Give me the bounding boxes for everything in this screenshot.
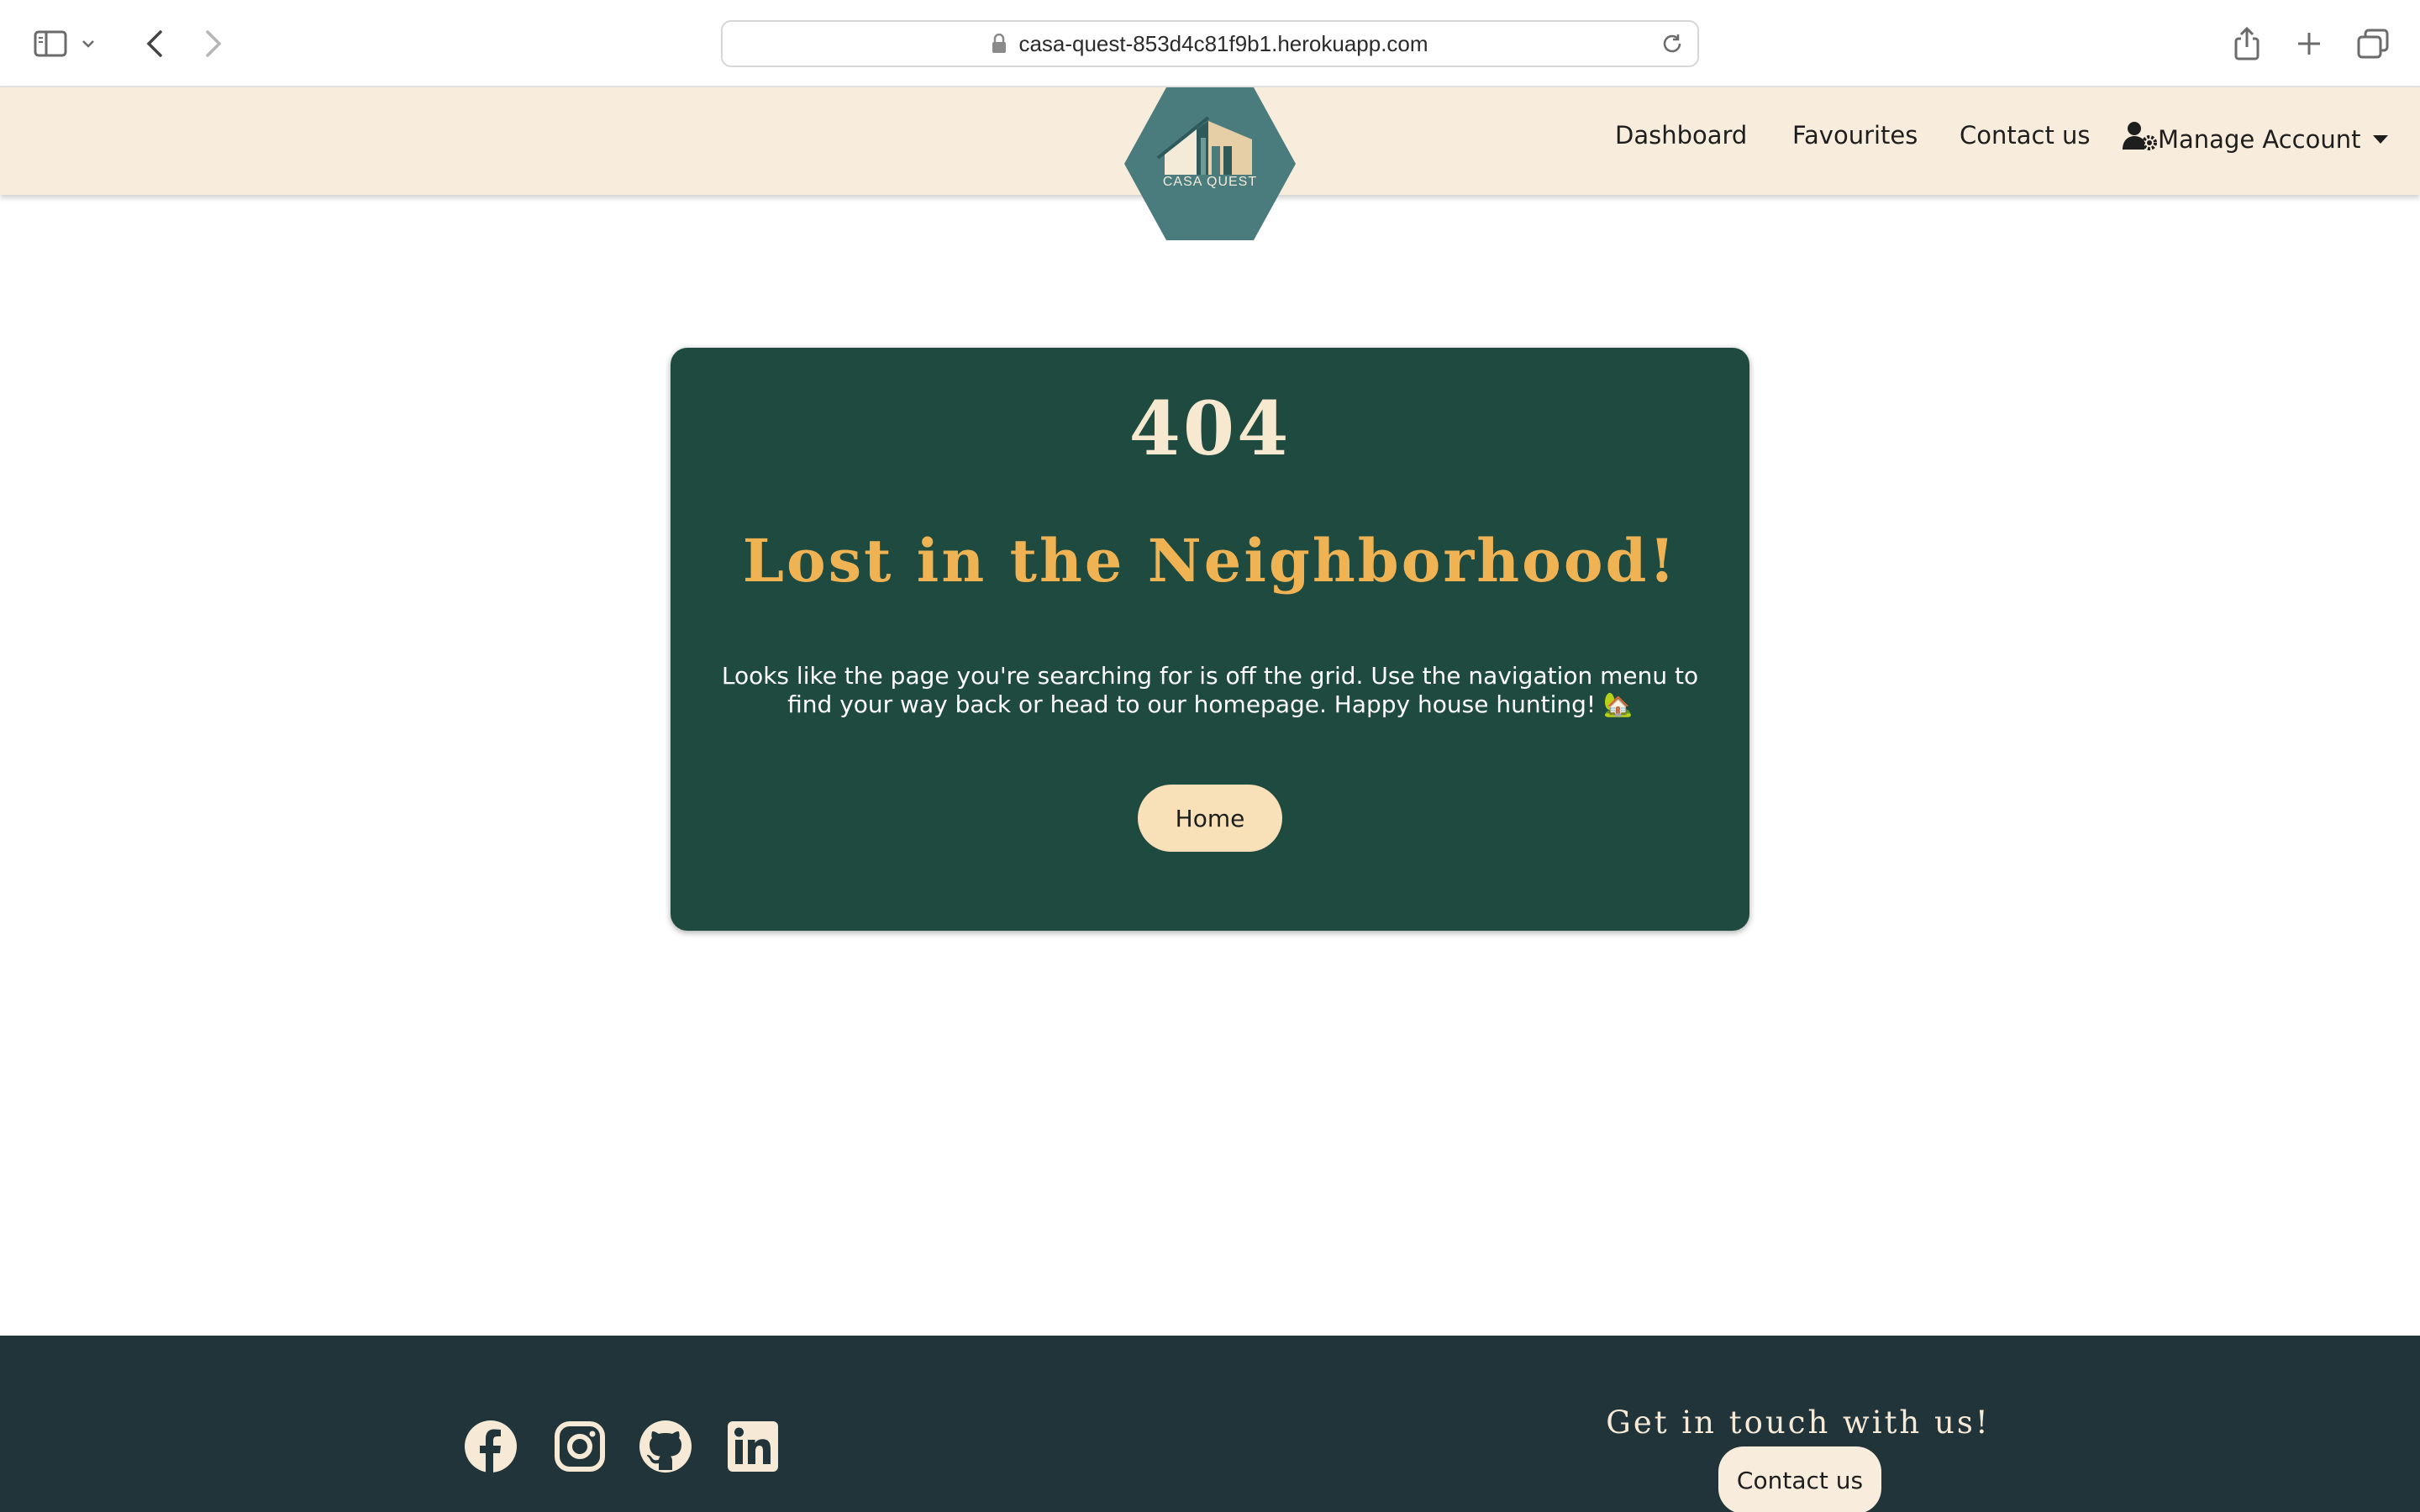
instagram-icon[interactable] <box>553 1420 607 1473</box>
lock-icon <box>992 34 1007 54</box>
sidebar-toggle-icon[interactable] <box>27 20 74 67</box>
nav-contact-us[interactable]: Contact us <box>1960 121 2091 150</box>
new-tab-icon[interactable] <box>2286 20 2333 67</box>
facebook-icon[interactable] <box>464 1420 518 1473</box>
casa-quest-logo[interactable]: CASA QUEST <box>1124 87 1296 240</box>
manage-account-dropdown[interactable]: Manage Account <box>2123 121 2388 157</box>
manage-account-label: Manage Account <box>2158 124 2361 154</box>
user-gear-icon <box>2123 121 2158 157</box>
home-button[interactable]: Home <box>1138 785 1282 852</box>
caret-down-icon <box>2372 134 2388 144</box>
error-card: 404 Lost in the Neighborhood! Looks like… <box>671 348 1749 931</box>
error-headline: Lost in the Neighborhood! <box>742 526 1678 596</box>
get-in-touch-heading: Get in touch with us! <box>1606 1404 1991 1441</box>
error-code: 404 <box>1128 385 1292 472</box>
chevron-down-icon[interactable] <box>76 20 101 67</box>
linkedin-icon[interactable] <box>726 1420 780 1473</box>
footer-contact-button[interactable]: Contact us <box>1718 1446 1881 1512</box>
error-message: Looks like the page you're searching for… <box>721 662 1699 718</box>
tab-overview-icon[interactable] <box>2349 20 2396 67</box>
browser-toolbar: casa-quest-853d4c81f9b1.herokuapp.com <box>0 0 2420 87</box>
url-text: casa-quest-853d4c81f9b1.herokuapp.com <box>1018 30 1428 56</box>
nav-favourites[interactable]: Favourites <box>1792 121 1918 150</box>
nav-dashboard[interactable]: Dashboard <box>1615 121 1747 150</box>
reload-icon[interactable] <box>1660 32 1684 55</box>
logo-text: CASA QUEST <box>1162 175 1258 189</box>
forward-icon[interactable] <box>190 20 237 67</box>
github-icon[interactable] <box>639 1420 692 1473</box>
site-footer: Get in touch with us! Contact us <box>0 1336 2420 1512</box>
back-icon[interactable] <box>131 20 178 67</box>
share-icon[interactable] <box>2223 20 2270 67</box>
address-bar[interactable]: casa-quest-853d4c81f9b1.herokuapp.com <box>721 20 1699 67</box>
